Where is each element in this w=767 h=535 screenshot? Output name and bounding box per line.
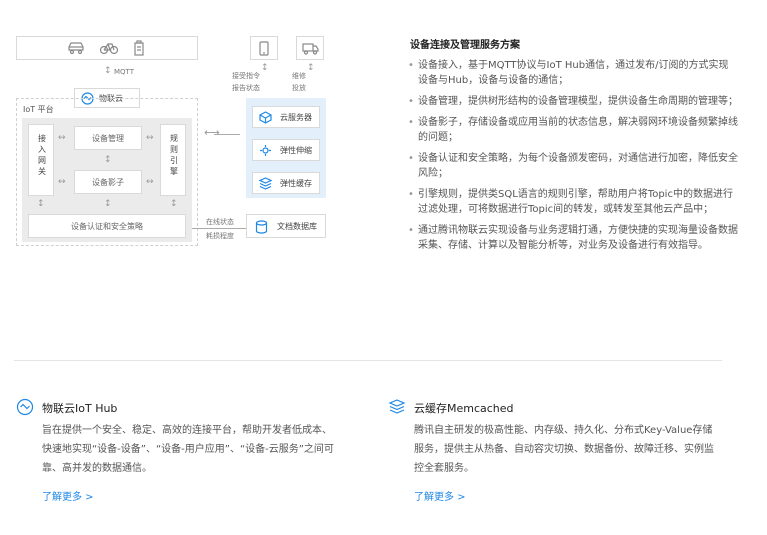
elastic-scaling-label: 弹性伸缩 [280, 146, 312, 155]
elastic-scaling-node: 弹性伸缩 [252, 139, 320, 161]
receive-cmd-label: 接受指令 [232, 72, 260, 80]
section-divider [14, 360, 722, 361]
phone-icon [259, 41, 269, 56]
access-gateway-label: 接入网关 [38, 134, 46, 176]
bicycle-icon [99, 43, 119, 55]
online-status-label: 在线状态 [206, 218, 234, 226]
mqtt-arrow: ↕ [104, 66, 112, 76]
device-shadow-label: 设备影子 [92, 178, 124, 187]
solution-item: 设备接入，基于MQTT协议与IoT Hub通信，通过发布/订阅的方式实现设备与H… [408, 58, 738, 88]
card-title: 物联云IoT Hub [42, 402, 118, 415]
cloud-server-node: 云服务器 [252, 106, 320, 128]
arrow-gw-shadow: ↔ [58, 177, 66, 187]
rule-engine-label: 规则引擎 [170, 134, 178, 176]
iot-hub-icon [16, 398, 34, 416]
card-description: 腾讯自主研发的极高性能、内存级、持久化、分布式Key-Value存储服务，提供主… [414, 425, 714, 474]
cloud-server-label: 云服务器 [280, 113, 312, 122]
elastic-cache-node: 弹性缓存 [252, 172, 320, 194]
arrow-gw-auth: ↕ [37, 199, 45, 209]
elastic-cache-icon [259, 177, 272, 190]
iot-platform-label: IoT 平台 [23, 105, 54, 114]
learn-more-link[interactable]: 了解更多 > [42, 488, 94, 503]
solution-item: 通过腾讯物联云实现设备与业务逻辑打通，方便快捷的实现海量设备数据采集、存储、计算… [408, 223, 738, 253]
card-title: 云缓存Memcached [414, 402, 514, 415]
solution-item: 设备管理，提供树形结构的设备管理模型，提供设备生命周期的管理等； [408, 94, 738, 109]
connector-line [214, 134, 240, 135]
solution-item: 设备影子，存储设备或应用当前的状态信息，解决弱网环境设备频繁掉线的问题； [408, 115, 738, 145]
device-management-node: 设备管理 [74, 126, 142, 150]
device-management-label: 设备管理 [92, 134, 124, 143]
doc-db-node: 文档数据库 [246, 214, 326, 238]
report-status-label: 报告状态 [232, 84, 260, 92]
solution-item: 引擎规则，提供类SQL语言的规则引擎，帮助用户将Topic中的数据进行过滤处理，… [408, 187, 738, 217]
truck-icon [302, 43, 319, 55]
repair-label: 维修 [292, 72, 306, 80]
solution-item: 设备认证和安全策略，为每个设备颁发密码，对通信进行加密，降低安全风险； [408, 151, 738, 181]
access-gateway-node: 接入网关 [28, 124, 54, 196]
arrow-phone: ↕ [261, 63, 269, 73]
arrow-shadow-rule: ↔ [146, 177, 154, 187]
memcached-icon [388, 399, 406, 414]
rule-engine-node: 规则引擎 [160, 124, 186, 196]
phone-device [250, 36, 278, 60]
cloud-server-icon [259, 111, 272, 124]
arrow-mgmt-rule: ↔ [146, 133, 154, 143]
arrow-mgmt-shadow: ↕ [104, 155, 112, 165]
learn-more-link[interactable]: 了解更多 > [414, 488, 466, 503]
solution-list: 设备接入，基于MQTT协议与IoT Hub通信，通过发布/订阅的方式实现设备与H… [406, 58, 738, 259]
solution-title: 设备连接及管理服务方案 [410, 40, 520, 51]
arrow-rule-auth: ↕ [170, 199, 178, 209]
auth-policy-label: 设备认证和安全策略 [71, 222, 143, 231]
battery-icon [134, 40, 144, 56]
truck-device [296, 36, 324, 60]
database-icon [255, 220, 268, 234]
auth-policy-node: 设备认证和安全策略 [28, 214, 186, 238]
card-description: 旨在提供一个安全、稳定、高效的连接平台，帮助开发者低成本、快速地实现“设备-设备… [42, 425, 334, 474]
db-connector-line [192, 228, 246, 229]
doc-db-label: 文档数据库 [277, 222, 317, 231]
elastic-scaling-icon [260, 145, 271, 156]
elastic-cache-label: 弹性缓存 [280, 179, 312, 188]
mqtt-label: MQTT [114, 68, 134, 76]
device-shadow-node: 设备影子 [74, 170, 142, 194]
device-row [16, 36, 198, 60]
car-icon [68, 42, 84, 55]
arrow-gw-mgmt: ↔ [58, 133, 66, 143]
arrow-platform-cloud: ⟷ [204, 126, 220, 139]
arrow-truck: ↕ [307, 63, 315, 73]
arrow-shadow-auth: ↕ [104, 199, 112, 209]
wear-level-label: 耗损程度 [206, 232, 234, 240]
dispatch-label: 投放 [292, 84, 306, 92]
